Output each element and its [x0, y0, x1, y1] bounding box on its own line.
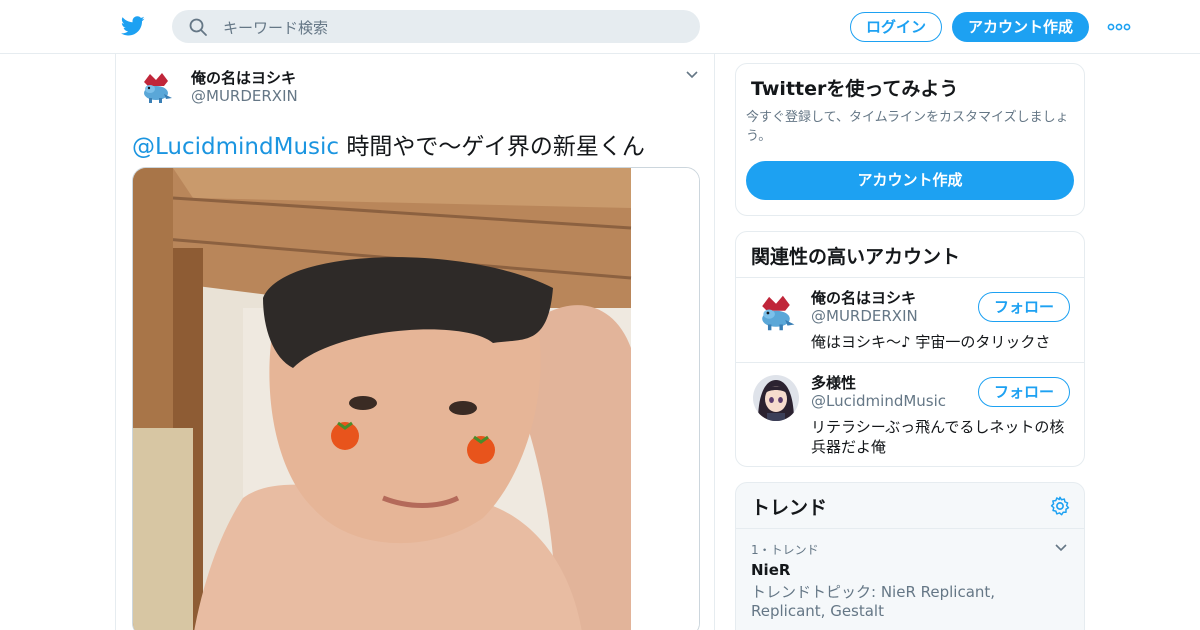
list-item[interactable]: 多様性 @LucidmindMusic リテラシーぶっ飛んでるしネットの核兵器だ…	[736, 363, 1084, 466]
signup-card-button[interactable]: アカウント作成	[746, 161, 1074, 200]
trends-card: トレンド 1・トレンド NieR トレンドトピック: NieR Replican…	[735, 482, 1085, 630]
tweet-body: 時間やで～ゲイ界の新星くん	[339, 134, 645, 160]
anime-avatar-image	[753, 375, 799, 421]
gear-icon[interactable]	[1049, 495, 1071, 517]
related-accounts-header: 関連性の高いアカウント	[736, 232, 1084, 278]
account-bio: リテラシーぶっ飛んでるしネットの核兵器だよ俺	[811, 418, 1065, 456]
account-handle[interactable]: @LucidmindMusic	[811, 392, 946, 410]
dragon-avatar-image	[753, 290, 799, 336]
author-handle[interactable]: @MURDERXIN	[191, 87, 298, 105]
trend-meta: 1・トレンド	[751, 543, 819, 557]
trends-header: トレンド	[736, 483, 1084, 529]
dragon-avatar-image	[136, 68, 176, 108]
list-item[interactable]: 俺の名はヨシキ @MURDERXIN 俺はヨシキ～♪ 宇宙一のタリックさ フォロ…	[736, 278, 1084, 363]
tweet-text: @LucidmindMusic 時間やで～ゲイ界の新星くん	[132, 127, 645, 161]
related-accounts-title: 関連性の高いアカウント	[751, 246, 961, 268]
top-navigation-bar: キーワード検索 ログイン アカウント作成	[0, 0, 1200, 54]
signup-button[interactable]: アカウント作成	[952, 12, 1089, 42]
photo-image	[133, 168, 699, 630]
signup-card: Twitterを使ってみよう 今すぐ登録して、タイムラインをカスタマイズしましょ…	[735, 63, 1085, 216]
trend-item[interactable]: 1・トレンド NieR トレンドトピック: NieR Replicant, Re…	[736, 529, 1084, 630]
more-dots-icon[interactable]	[1107, 23, 1131, 31]
signup-card-description: 今すぐ登録して、タイムラインをカスタマイズしましょう。	[746, 110, 1069, 144]
mention-link[interactable]: @LucidmindMusic	[132, 134, 339, 160]
chevron-down-icon[interactable]	[685, 70, 699, 80]
search-bar[interactable]: キーワード検索	[172, 10, 700, 43]
search-icon	[189, 18, 207, 36]
follow-button[interactable]: フォロー	[978, 292, 1070, 322]
twitter-bird-icon[interactable]	[120, 14, 146, 38]
author-name[interactable]: 俺の名はヨシキ	[191, 67, 296, 88]
account-handle[interactable]: @MURDERXIN	[811, 307, 918, 325]
chevron-down-icon[interactable]	[1054, 543, 1068, 553]
account-name[interactable]: 俺の名はヨシキ	[811, 287, 916, 308]
search-input[interactable]: キーワード検索	[223, 17, 328, 38]
login-button[interactable]: ログイン	[850, 12, 942, 42]
signup-card-title: Twitterを使ってみよう	[751, 78, 959, 100]
follow-button[interactable]: フォロー	[978, 377, 1070, 407]
avatar[interactable]	[136, 68, 176, 108]
avatar[interactable]	[753, 375, 799, 421]
account-name[interactable]: 多様性	[811, 372, 856, 393]
tweet-column: 俺の名はヨシキ @MURDERXIN @LucidmindMusic 時間やで～…	[115, 54, 715, 630]
tweet-photo[interactable]	[132, 167, 700, 630]
trend-topic[interactable]: NieR	[751, 561, 790, 579]
trends-title: トレンド	[751, 497, 828, 519]
related-accounts-card: 関連性の高いアカウント 俺の名はヨシキ @MURDERXIN 俺はヨシキ～♪ 宇…	[735, 231, 1085, 467]
avatar[interactable]	[753, 290, 799, 336]
trend-description: トレンドトピック: NieR Replicant, Replicant, Ges…	[751, 583, 996, 620]
account-bio: 俺はヨシキ～♪ 宇宙一のタリックさ	[811, 333, 1051, 351]
